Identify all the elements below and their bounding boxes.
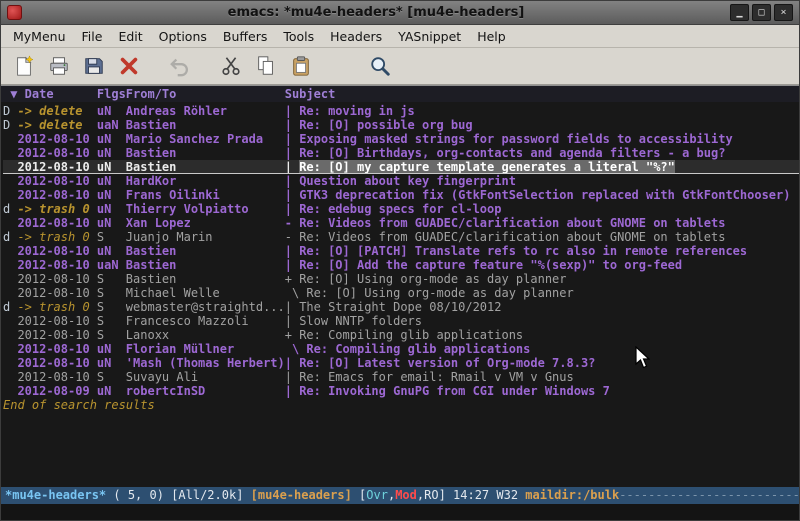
column-subject[interactable]: Subject <box>285 86 336 102</box>
new-file-icon[interactable] <box>11 54 36 79</box>
message-date: 2012-08-10 <box>17 356 96 370</box>
mark-target: -> trash 0 <box>17 230 96 244</box>
header-row[interactable]: 2012-08-10uNFlorian Müllner \ Re: Compil… <box>3 342 799 356</box>
modeline: *mu4e-headers* ( 5, 0) [All/2.0k] [mu4e-… <box>1 487 799 504</box>
print-icon[interactable] <box>46 54 71 79</box>
header-row[interactable]: 2012-08-10uNHardKor| Question about key … <box>3 174 799 188</box>
headers-list: D-> deleteuNAndreas Röhler| Re: moving i… <box>1 102 799 487</box>
message-date: 2012-08-10 <box>17 174 96 188</box>
message-date: 2012-08-10 <box>17 132 96 146</box>
menu-yasnippet[interactable]: YASnippet <box>390 26 469 47</box>
mark-target: -> delete <box>17 118 96 132</box>
column-date[interactable]: ▼ Date <box>3 86 97 102</box>
message-date: 2012-08-10 <box>17 258 96 272</box>
message-date: 2012-08-10 <box>17 314 96 328</box>
minibuffer[interactable] <box>1 504 799 520</box>
cut-icon[interactable] <box>218 54 243 79</box>
message-date: 2012-08-10 <box>17 342 96 356</box>
save-icon[interactable] <box>81 54 106 79</box>
header-row[interactable]: D-> deleteuNAndreas Röhler| Re: moving i… <box>3 104 799 118</box>
modeline-segment: ,RO] <box>417 488 453 502</box>
modeline-segment: [mu4e-headers] <box>251 488 359 502</box>
header-row[interactable]: 2012-08-10uNFrans Oilinki| GTK3 deprecat… <box>3 188 799 202</box>
header-row[interactable]: d-> trash 0uNThierry Volpiatto| Re: edeb… <box>3 202 799 216</box>
header-row[interactable]: 2012-08-10uNMario Sanchez Prada| Exposin… <box>3 132 799 146</box>
headers-column-header[interactable]: ▼ Date Flgs From/To Subject <box>1 85 799 102</box>
menu-help[interactable]: Help <box>469 26 514 47</box>
message-date: 2012-08-10 <box>17 328 96 342</box>
modeline-segment: [All/2.0k] <box>171 488 250 502</box>
window-buttons: ▁ □ × <box>730 4 793 21</box>
mark-target: -> trash 0 <box>17 300 96 314</box>
emacs-app-icon <box>7 5 22 20</box>
header-row[interactable]: 2012-08-10SBastien+ Re: [O] Using org-mo… <box>3 272 799 286</box>
titlebar[interactable]: emacs: *mu4e-headers* [mu4e-headers] ▁ □… <box>1 1 799 25</box>
column-from[interactable]: From/To <box>126 86 285 102</box>
header-row[interactable]: d-> trash 0Swebmaster@straightd...| The … <box>3 300 799 314</box>
mark-target: -> trash 0 <box>17 202 96 216</box>
menubar: MyMenuFileEditOptionsBuffersToolsHeaders… <box>1 25 799 48</box>
modeline-segment: ( 5, 0) <box>106 488 171 502</box>
header-row[interactable]: 2012-08-10SFrancesco Mazzoli| Slow NNTP … <box>3 314 799 328</box>
modeline-segment: *mu4e-headers* <box>5 488 106 502</box>
close-buffer-icon[interactable] <box>116 54 141 79</box>
message-date: 2012-08-10 <box>17 146 96 160</box>
header-row[interactable]: 2012-08-10uNXan Lopez- Re: Videos from G… <box>3 216 799 230</box>
modeline-segment: ----------------------------------------… <box>619 488 799 502</box>
minimize-button[interactable]: ▁ <box>730 4 749 21</box>
menu-options[interactable]: Options <box>151 26 215 47</box>
message-date: 2012-08-09 <box>17 384 96 398</box>
modeline-segment: 14:27 <box>453 488 496 502</box>
search-icon[interactable] <box>367 54 392 79</box>
header-row[interactable]: 2012-08-10uNBastien| Re: [O] my capture … <box>3 160 799 174</box>
mark-target: -> delete <box>17 104 96 118</box>
menu-headers[interactable]: Headers <box>322 26 390 47</box>
modeline-segment: W32 <box>496 488 525 502</box>
menu-mymenu[interactable]: MyMenu <box>5 26 74 47</box>
header-row[interactable]: d-> trash 0SJuanjo Marin- Re: Videos fro… <box>3 230 799 244</box>
toolbar <box>1 48 799 85</box>
paste-icon[interactable] <box>288 54 313 79</box>
modeline-segment: maildir:/bulk <box>525 488 619 502</box>
header-row[interactable]: 2012-08-10SLanoxx+ Re: Compiling glib ap… <box>3 328 799 342</box>
menu-edit[interactable]: Edit <box>110 26 150 47</box>
message-date: 2012-08-10 <box>17 188 96 202</box>
copy-icon[interactable] <box>253 54 278 79</box>
modeline-segment: Mod <box>395 488 417 502</box>
menu-buffers[interactable]: Buffers <box>215 26 275 47</box>
message-date: 2012-08-10 <box>17 160 96 173</box>
end-of-results: End of search results <box>3 398 799 412</box>
header-row[interactable]: 2012-08-09uNrobertcInSD| Re: Invoking Gn… <box>3 384 799 398</box>
modeline-segment: Ovr <box>366 488 388 502</box>
emacs-window: emacs: *mu4e-headers* [mu4e-headers] ▁ □… <box>0 0 800 521</box>
header-row[interactable]: 2012-08-10SMichael Welle \ Re: [O] Using… <box>3 286 799 300</box>
maximize-button[interactable]: □ <box>752 4 771 21</box>
header-row[interactable]: 2012-08-10uaNBastien| Re: [O] Add the ca… <box>3 258 799 272</box>
column-flags[interactable]: Flgs <box>97 86 126 102</box>
message-date: 2012-08-10 <box>17 286 96 300</box>
header-row[interactable]: 2012-08-10SSuvayu Ali| Re: Emacs for ema… <box>3 370 799 384</box>
header-row[interactable]: 2012-08-10uNBastien| Re: [O] Birthdays, … <box>3 146 799 160</box>
message-date: 2012-08-10 <box>17 244 96 258</box>
message-date: 2012-08-10 <box>17 272 96 286</box>
close-button[interactable]: × <box>774 4 793 21</box>
header-row[interactable]: D-> deleteuaNBastien| Re: [O] possible o… <box>3 118 799 132</box>
menu-file[interactable]: File <box>74 26 111 47</box>
message-date: 2012-08-10 <box>17 370 96 384</box>
window-title: emacs: *mu4e-headers* [mu4e-headers] <box>28 5 724 20</box>
header-row[interactable]: 2012-08-10uNBastien| Re: [O] [PATCH] Tra… <box>3 244 799 258</box>
undo-icon <box>167 54 192 79</box>
header-row[interactable]: 2012-08-10uN'Mash (Thomas Herbert)| Re: … <box>3 356 799 370</box>
menu-tools[interactable]: Tools <box>275 26 322 47</box>
message-date: 2012-08-10 <box>17 216 96 230</box>
